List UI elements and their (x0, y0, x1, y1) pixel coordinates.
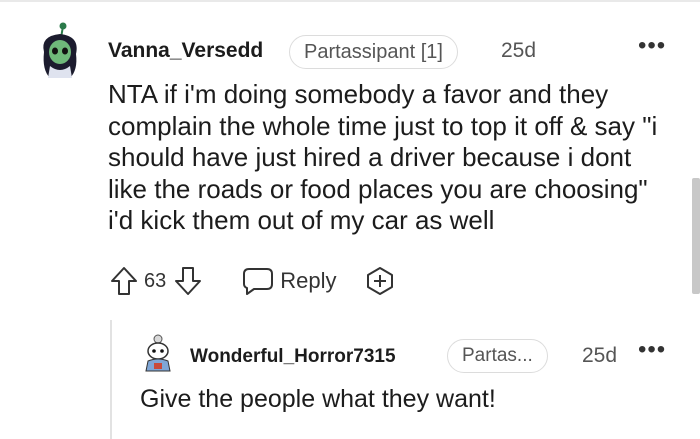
scrollbar[interactable] (692, 178, 700, 294)
reply-user-flair: Partas... (447, 339, 548, 373)
reply-more-options-button[interactable]: ••• (638, 338, 666, 362)
user-avatar[interactable] (34, 22, 86, 80)
comment-actions: 63 Reply (108, 262, 397, 300)
downvote-button[interactable] (172, 264, 204, 298)
user-flair: Partassipant [1] (289, 35, 458, 69)
reply-user-avatar[interactable] (140, 333, 176, 373)
top-divider (0, 0, 700, 2)
award-icon (366, 267, 393, 295)
award-button[interactable] (363, 264, 397, 298)
reply-username[interactable]: Wonderful_Horror7315 (190, 346, 396, 368)
more-options-button[interactable]: ••• (638, 34, 666, 58)
downvote-icon (175, 267, 202, 295)
comment-body: NTA if i'm doing somebody a favor and th… (108, 79, 658, 235)
reply-body: Give the people what they want! (140, 385, 496, 413)
reply-timestamp[interactable]: 25d (582, 344, 617, 368)
reply-label: Reply (280, 268, 337, 293)
upvote-icon (111, 267, 137, 295)
vote-score: 63 (144, 269, 167, 292)
reply-button[interactable]: Reply (242, 266, 337, 296)
comment-username[interactable]: Vanna_Versedd (108, 39, 263, 63)
comment-timestamp[interactable]: 25d (501, 39, 536, 63)
thread-line[interactable] (110, 320, 112, 439)
reply-icon (243, 268, 274, 295)
upvote-button[interactable] (108, 264, 140, 298)
